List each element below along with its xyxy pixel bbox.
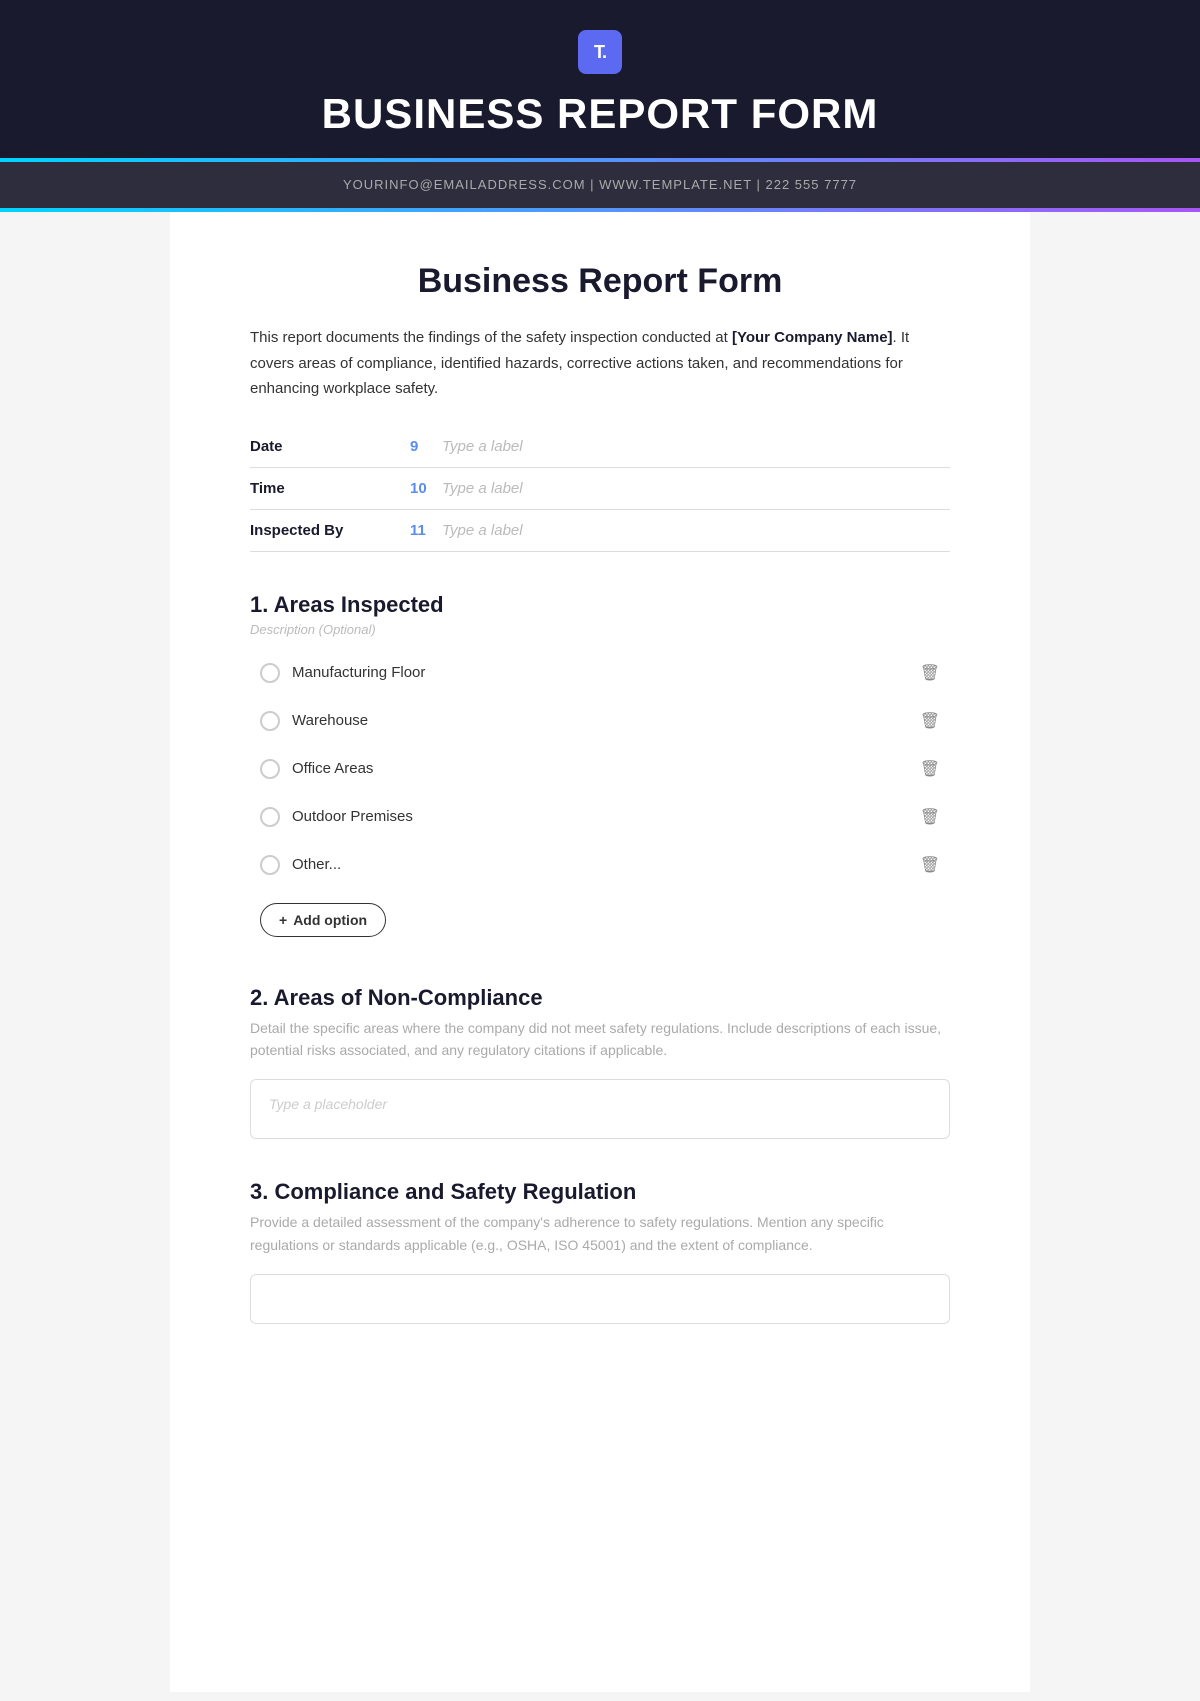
form-title: Business Report Form [250,262,950,301]
section-1-header: 1. Areas Inspected Description (Optional… [250,592,950,637]
logo-text: T. [594,42,606,63]
field-row-date: Date 9 Type a label [250,438,950,468]
field-placeholder-inspected-by[interactable]: Type a label [442,522,950,539]
option-label: Outdoor Premises [292,808,413,825]
section-3-textarea[interactable] [250,1274,950,1324]
delete-icon[interactable]: 🗑 [920,759,940,779]
main-content: Business Report Form This report documen… [170,212,1030,1692]
plus-icon: + [279,912,287,928]
field-placeholder-date[interactable]: Type a label [442,438,950,455]
contact-info: YOURINFO@EMAILADDRESS.COM | WWW.TEMPLATE… [343,177,857,192]
section-2-title: 2. Areas of Non-Compliance [250,985,950,1011]
delete-icon[interactable]: 🗑 [920,711,940,731]
field-label-time: Time [250,480,410,497]
field-row-inspected-by: Inspected By 11 Type a label [250,522,950,552]
list-item: Other... 🗑 [250,843,950,887]
option-label: Manufacturing Floor [292,664,425,681]
field-row-time: Time 10 Type a label [250,480,950,510]
field-label-inspected-by: Inspected By [250,522,410,539]
add-option-label: Add option [293,912,367,928]
list-item: Warehouse 🗑 [250,699,950,743]
delete-icon[interactable]: 🗑 [920,855,940,875]
section-2-placeholder: Type a placeholder [269,1096,387,1112]
field-number-inspected-by: 11 [410,522,432,539]
add-option-button[interactable]: + Add option [260,903,386,937]
field-placeholder-time[interactable]: Type a label [442,480,950,497]
delete-icon[interactable]: 🗑 [920,663,940,683]
option-label: Warehouse [292,712,368,729]
section-1-title: 1. Areas Inspected [250,592,950,618]
subheader: YOURINFO@EMAILADDRESS.COM | WWW.TEMPLATE… [0,162,1200,208]
fields-container: Date 9 Type a label Time 10 Type a label… [250,438,950,552]
option-label: Office Areas [292,760,373,777]
section-2-header: 2. Areas of Non-Compliance [250,985,950,1011]
section-2-description: Detail the specific areas where the comp… [250,1017,950,1062]
radio-circle[interactable] [260,855,280,875]
section-3-header: 3. Compliance and Safety Regulation [250,1179,950,1205]
form-description: This report documents the findings of th… [250,325,950,402]
field-label-date: Date [250,438,410,455]
list-item: Manufacturing Floor 🗑 [250,651,950,695]
section-3-title: 3. Compliance and Safety Regulation [250,1179,950,1205]
delete-icon[interactable]: 🗑 [920,807,940,827]
field-number-date: 9 [410,438,432,455]
radio-circle[interactable] [260,663,280,683]
list-item: Outdoor Premises 🗑 [250,795,950,839]
page-title: BUSINESS REPORT FORM [20,90,1180,138]
radio-circle[interactable] [260,759,280,779]
section-3-description: Provide a detailed assessment of the com… [250,1211,950,1256]
field-number-time: 10 [410,480,432,497]
logo-icon: T. [578,30,622,74]
section-1-optional-desc: Description (Optional) [250,622,950,637]
list-item: Office Areas 🗑 [250,747,950,791]
section-2-textarea[interactable]: Type a placeholder [250,1079,950,1139]
radio-circle[interactable] [260,807,280,827]
page-header: T. BUSINESS REPORT FORM [0,0,1200,158]
section-1-options: Manufacturing Floor 🗑 Warehouse 🗑 Office… [250,651,950,887]
option-label: Other... [292,856,341,873]
radio-circle[interactable] [260,711,280,731]
